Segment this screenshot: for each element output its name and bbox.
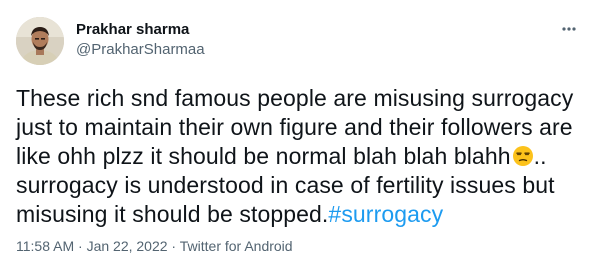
author-handle[interactable]: @PrakharSharmaa <box>76 40 205 60</box>
tweet-time[interactable]: 11:58 AM <box>16 238 74 254</box>
author-display-name[interactable]: Prakhar sharma <box>76 20 205 40</box>
avatar[interactable] <box>16 17 64 65</box>
tweet-text-line: misusing it should be stopped.#surrogacy <box>16 200 584 229</box>
tweet-metadata: 11:58 AM · Jan 22, 2022 · Twitter for An… <box>16 237 293 255</box>
meta-separator: · <box>74 238 87 254</box>
tweet-text-segment: .. <box>533 143 547 169</box>
tweet-text-line: surrogacy is understood in case of ferti… <box>16 172 555 198</box>
tweet-card: Prakhar sharma @PrakharSharmaa These ric… <box>0 0 596 279</box>
tweet-text-line: These rich snd famous people are misusin… <box>16 85 574 111</box>
hashtag-link[interactable]: #surrogacy <box>328 201 443 227</box>
tweet-text: These rich snd famous people are misusin… <box>16 84 584 229</box>
meta-separator: · <box>167 238 180 254</box>
more-horizontal-icon <box>562 27 576 31</box>
profile-photo-icon <box>16 17 64 65</box>
unamused-face-emoji-icon <box>512 145 534 167</box>
tweet-text-line: like ohh plzz it should be normal blah b… <box>16 142 584 171</box>
author-block: Prakhar sharma @PrakharSharmaa <box>76 20 205 60</box>
tweet-text-line: just to maintain their own figure and th… <box>16 114 573 140</box>
tweet-text-segment: misusing it should be stopped. <box>16 201 329 227</box>
more-options-button[interactable] <box>558 18 580 40</box>
tweet-date[interactable]: Jan 22, 2022 <box>87 238 168 254</box>
tweet-source[interactable]: Twitter for Android <box>180 238 293 254</box>
tweet-text-segment: like ohh plzz it should be normal blah b… <box>16 143 511 169</box>
